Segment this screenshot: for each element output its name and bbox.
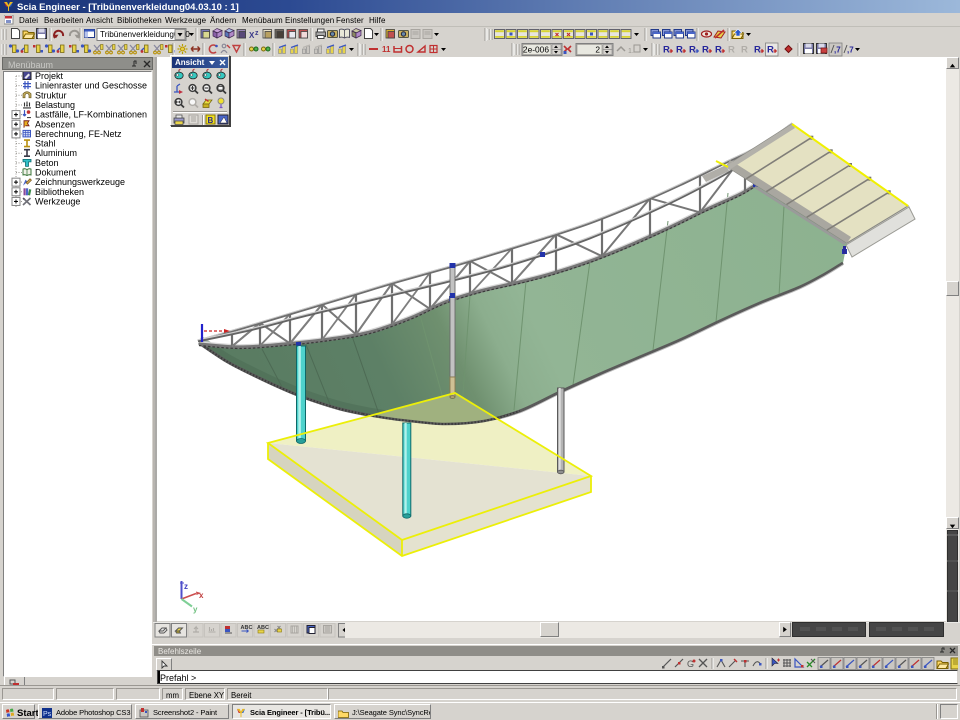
svg-text:Bibliotheken: Bibliotheken bbox=[35, 187, 84, 197]
svg-text:2e-006: 2e-006 bbox=[523, 45, 549, 55]
svg-text:Linienraster und Geschosse: Linienraster und Geschosse bbox=[35, 81, 147, 91]
svg-text:R: R bbox=[754, 45, 761, 56]
svg-text:z: z bbox=[184, 582, 188, 591]
svg-text:Aluminium: Aluminium bbox=[35, 148, 77, 158]
svg-text:Absenzen: Absenzen bbox=[35, 119, 75, 129]
svg-text:Belastung: Belastung bbox=[35, 100, 75, 110]
svg-text:Beton: Beton bbox=[35, 158, 59, 168]
svg-text:11: 11 bbox=[382, 45, 391, 54]
svg-text:Werkzeuge: Werkzeuge bbox=[35, 196, 80, 206]
svg-text:2: 2 bbox=[595, 45, 600, 55]
svg-text:R: R bbox=[702, 45, 709, 56]
svg-text:R: R bbox=[728, 45, 735, 56]
svg-text:R: R bbox=[767, 45, 774, 56]
svg-text:R: R bbox=[715, 45, 722, 56]
svg-text:Zeichnungswerkzeuge: Zeichnungswerkzeuge bbox=[35, 177, 125, 187]
svg-text:Ps: Ps bbox=[43, 711, 52, 718]
svg-text:,7: ,7 bbox=[847, 46, 854, 55]
svg-text:Projekt: Projekt bbox=[35, 72, 64, 81]
svg-text:Struktur: Struktur bbox=[35, 90, 67, 100]
svg-text:,7: ,7 bbox=[834, 46, 841, 55]
svg-text:x: x bbox=[199, 591, 204, 600]
svg-text:R: R bbox=[676, 45, 683, 56]
svg-text:B: B bbox=[208, 116, 214, 125]
svg-text:Stahl: Stahl bbox=[35, 139, 56, 149]
svg-text:z: z bbox=[255, 30, 259, 37]
svg-text:Berechnung, FE-Netz: Berechnung, FE-Netz bbox=[35, 129, 122, 139]
svg-text:R: R bbox=[663, 45, 670, 56]
svg-text:Dokument: Dokument bbox=[35, 168, 77, 178]
svg-text:R: R bbox=[689, 45, 696, 56]
svg-text:R: R bbox=[741, 45, 748, 56]
svg-text:Lastfälle, LF-Kombinationen: Lastfälle, LF-Kombinationen bbox=[35, 110, 147, 120]
svg-text:1.: 1. bbox=[628, 48, 634, 55]
svg-text:y: y bbox=[193, 605, 198, 614]
